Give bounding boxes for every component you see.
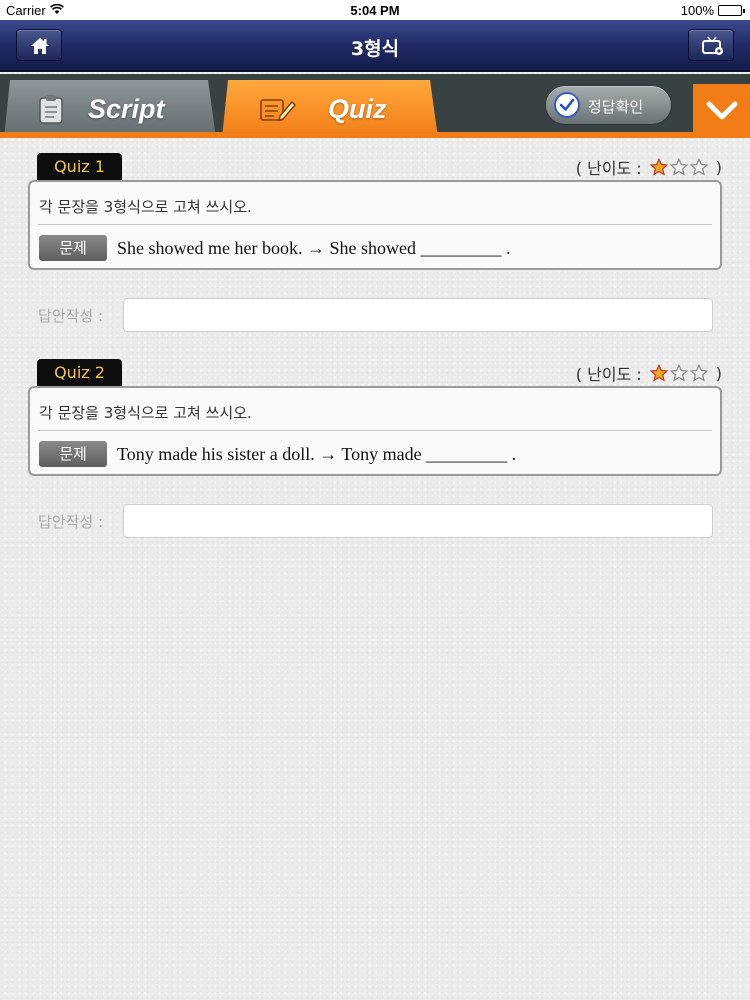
difficulty-label: ( 난이도 : (575, 159, 642, 178)
pencil-paper-icon (260, 99, 296, 122)
check-answer-button[interactable]: 정답확인 (545, 85, 672, 125)
clipboard-icon (39, 95, 63, 124)
difficulty-label: ( 난이도 : (575, 365, 642, 384)
tab-underline (0, 132, 750, 138)
tab-bar: Script Quiz 정답확인 (0, 74, 750, 138)
difficulty-close: ) (715, 157, 722, 177)
star-empty-icon (689, 158, 708, 176)
quiz-box: 각 문장을 3형식으로 고쳐 쓰시오. 문제 Tony made his sis… (28, 386, 722, 476)
battery-icon (718, 5, 745, 16)
difficulty-rating: ( 난이도 : ) (576, 361, 722, 385)
nav-bar: 3형식 (0, 20, 750, 72)
dropdown-button[interactable] (693, 84, 750, 138)
quiz-instruction: 각 문장을 3형식으로 고쳐 쓰시오. (39, 404, 252, 422)
tv-settings-button[interactable] (688, 29, 734, 61)
page-title: 3형식 (350, 38, 400, 60)
star-filled-icon (649, 364, 668, 382)
tab-quiz-label: Quiz (328, 94, 387, 124)
answer-input[interactable] (123, 504, 713, 538)
problem-text: She showed me her book. → She showed ___… (117, 238, 511, 258)
problem-text: Tony made his sister a doll. → Tony made… (117, 444, 517, 464)
status-time: 5:04 PM (350, 3, 400, 18)
tab-quiz[interactable]: Quiz (222, 80, 438, 138)
divider (38, 430, 712, 431)
problem-tag: 문제 (39, 441, 107, 467)
check-answer-label: 정답확인 (588, 98, 644, 116)
star-empty-icon (689, 364, 708, 382)
quiz-instruction: 각 문장을 3형식으로 고쳐 쓰시오. (39, 198, 252, 216)
status-bar: Carrier 5:04 PM 100% (0, 0, 750, 20)
problem-tag: 문제 (39, 235, 107, 261)
star-empty-icon (669, 364, 688, 382)
answer-label: 답안작성 : (38, 513, 104, 531)
difficulty-stars (649, 364, 708, 382)
difficulty-close: ) (715, 363, 722, 383)
difficulty-rating: ( 난이도 : ) (576, 155, 722, 179)
answer-label: 답안작성 : (38, 307, 104, 325)
divider (38, 224, 712, 225)
star-filled-icon (649, 158, 668, 176)
battery-percent: 100% (680, 3, 714, 18)
star-empty-icon (669, 158, 688, 176)
chevron-down-icon (706, 101, 738, 120)
quiz-box: 각 문장을 3형식으로 고쳐 쓰시오. 문제 She showed me her… (28, 180, 722, 270)
tv-settings-icon (702, 36, 723, 55)
quiz-badge: Quiz 1 (37, 153, 122, 180)
tab-script-label: Script (88, 94, 165, 124)
checkmark-icon (554, 92, 580, 118)
difficulty-stars (649, 158, 708, 176)
tab-script[interactable]: Script (4, 80, 216, 138)
quiz-badge: Quiz 2 (37, 359, 122, 386)
answer-input[interactable] (123, 298, 713, 332)
